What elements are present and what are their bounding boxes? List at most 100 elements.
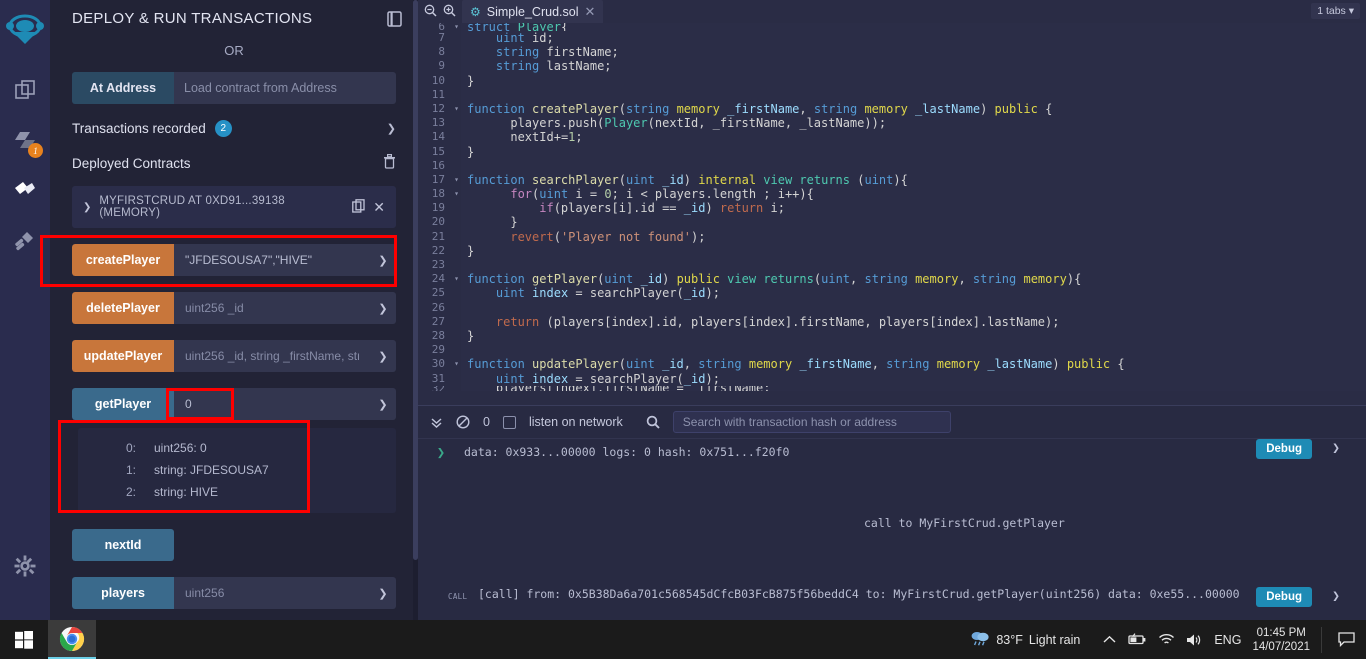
- code-line: 11: [418, 87, 1366, 102]
- function-row-createPlayer: createPlayer ❯: [72, 244, 396, 276]
- code-line: 20 }: [418, 215, 1366, 230]
- chevron-down-icon[interactable]: ❯: [370, 587, 396, 600]
- trash-icon[interactable]: [383, 154, 396, 172]
- wifi-icon[interactable]: [1158, 633, 1175, 646]
- panel-header: DEPLOY & RUN TRANSACTIONS: [50, 0, 418, 29]
- players-button[interactable]: players: [72, 577, 174, 609]
- code-line: 7 uint id;: [418, 31, 1366, 46]
- code-line: 22}: [418, 243, 1366, 258]
- chevron-down-icon[interactable]: ❯: [370, 254, 396, 267]
- chevron-down-icon[interactable]: ❯: [83, 202, 91, 213]
- plugin-manager-icon[interactable]: [11, 226, 39, 254]
- no-entry-icon[interactable]: [456, 415, 470, 429]
- terminal-call-to-text: call to MyFirstCrud.getPlayer: [864, 516, 1065, 530]
- chevron-down-icon[interactable]: ❯: [370, 302, 396, 315]
- getPlayer-input[interactable]: [174, 388, 370, 420]
- createPlayer-input[interactable]: [174, 244, 370, 276]
- windows-start-icon[interactable]: [0, 620, 48, 659]
- updatePlayer-input[interactable]: [174, 340, 370, 372]
- code-line: 32 players[index].firstName = _firstName…: [418, 385, 1366, 391]
- chevron-down-icon[interactable]: ❯: [370, 398, 396, 411]
- weather-widget[interactable]: 83°F Light rain: [970, 630, 1080, 649]
- close-icon[interactable]: ✕: [584, 4, 595, 20]
- compiler-badge: 1: [28, 143, 43, 158]
- debug-button[interactable]: Debug: [1256, 587, 1312, 607]
- chevron-up-icon[interactable]: [1103, 635, 1116, 644]
- code-line: 13 players.push(Player(nextId, _firstNam…: [418, 116, 1366, 131]
- chevron-down-icon[interactable]: ❯: [1332, 441, 1340, 456]
- battery-icon[interactable]: [1127, 633, 1147, 646]
- deletePlayer-button[interactable]: deletePlayer: [72, 292, 174, 324]
- editor-tab-Simple_Crud[interactable]: ⚙ Simple_Crud.sol ✕: [462, 0, 604, 23]
- code-line: 26: [418, 300, 1366, 315]
- code-line: 9 string lastName;: [418, 59, 1366, 74]
- double-chevron-down-icon[interactable]: [430, 416, 443, 429]
- weather-condition-label: Light rain: [1028, 632, 1081, 647]
- editor-tabbar: ⚙ Simple_Crud.sol ✕ 1 tabs ▾: [418, 0, 1366, 23]
- code-line: 18 ▾ for(uint i = 0; i < players.length ;…: [418, 187, 1366, 202]
- updatePlayer-button[interactable]: updatePlayer: [72, 340, 174, 372]
- chrome-icon[interactable]: [48, 620, 96, 659]
- close-icon[interactable]: ✕: [373, 199, 385, 216]
- at-address-row: At Address: [72, 72, 396, 104]
- search-icon[interactable]: [646, 415, 660, 429]
- page-title: DEPLOY & RUN TRANSACTIONS: [72, 10, 313, 27]
- code-line: 23: [418, 258, 1366, 273]
- result-value: uint256: 0: [154, 441, 207, 455]
- system-tray: 83°F Light rain ENG 01:45 PM 14/07/2021: [970, 626, 1366, 654]
- terminal-search-input[interactable]: [672, 411, 951, 433]
- code-line: 29: [418, 343, 1366, 358]
- tabs-count-dropdown[interactable]: 1 tabs ▾: [1311, 3, 1360, 19]
- result-row: 1: string: JFDESOUSA7: [78, 459, 396, 481]
- rain-cloud-icon: [970, 630, 990, 649]
- settings-icon[interactable]: [11, 552, 39, 580]
- chevron-down-icon[interactable]: ❯: [370, 350, 396, 363]
- remix-logo-icon[interactable]: [3, 10, 47, 54]
- nextId-button[interactable]: nextId: [72, 529, 174, 561]
- getPlayer-button[interactable]: getPlayer: [72, 388, 174, 420]
- code-line: 28}: [418, 328, 1366, 344]
- function-row-players: players ❯: [72, 577, 396, 609]
- solidity-compiler-icon[interactable]: 1: [11, 126, 43, 158]
- debug-button-top[interactable]: Debug: [1256, 439, 1312, 459]
- code-line: 21 revert('Player not found');: [418, 229, 1366, 244]
- result-value: string: HIVE: [154, 485, 219, 499]
- code-line: 31 uint index = searchPlayer(_id);: [418, 371, 1366, 386]
- solidity-file-icon: ⚙: [470, 4, 481, 19]
- terminal-call-row[interactable]: CALL [call] from: 0x5B38Da6a701c568545dC…: [418, 582, 1366, 622]
- file-explorer-icon[interactable]: [11, 76, 39, 104]
- code-line: 25 uint index = searchPlayer(_id);: [418, 286, 1366, 301]
- code-area[interactable]: 6 ▾ struct Player{ 7 uint id; 8 string fir…: [418, 23, 1366, 405]
- temperature-label: 83°F: [996, 632, 1023, 647]
- listen-on-network-checkbox[interactable]: [502, 415, 516, 429]
- icon-rail: 1: [0, 0, 50, 620]
- speaker-icon[interactable]: [1186, 633, 1203, 647]
- tray-divider: [1321, 626, 1322, 653]
- chevron-down-icon[interactable]: ❯: [387, 122, 396, 135]
- chevron-down-icon[interactable]: ❯: [1332, 589, 1340, 604]
- contract-functions-list: createPlayer ❯ deletePlayer ❯ updatePlay…: [72, 244, 396, 420]
- terminal-toolbar: 0 listen on network: [418, 406, 1366, 439]
- language-indicator[interactable]: ENG: [1214, 633, 1241, 647]
- terminal-body[interactable]: ❯ data: 0x933...00000 logs: 0 hash: 0x75…: [418, 439, 1366, 639]
- clock[interactable]: 01:45 PM 14/07/2021: [1252, 626, 1310, 654]
- at-address-input[interactable]: [174, 72, 396, 104]
- deployed-contract-card[interactable]: ❯ MYFIRSTCRUD AT 0XD91...39138 (MEMORY) …: [72, 186, 396, 228]
- zoom-out-icon[interactable]: [424, 4, 437, 20]
- chevron-down-icon[interactable]: ❯: [418, 445, 464, 461]
- deploy-run-icon[interactable]: [11, 176, 39, 204]
- code-line: 19 if(players[i].id == _id) return i;: [418, 201, 1366, 216]
- code-line: 8 string firstName;: [418, 45, 1366, 60]
- code-line: 15}: [418, 144, 1366, 159]
- book-icon[interactable]: [387, 10, 402, 27]
- createPlayer-button[interactable]: createPlayer: [72, 244, 174, 276]
- zoom-in-icon[interactable]: [443, 4, 456, 20]
- transactions-recorded-row[interactable]: Transactions recorded 2 ❯: [72, 120, 396, 137]
- players-input[interactable]: [174, 577, 370, 609]
- at-address-button[interactable]: At Address: [72, 72, 174, 104]
- function-row-deletePlayer: deletePlayer ❯: [72, 292, 396, 324]
- copy-icon[interactable]: [352, 198, 365, 216]
- notification-icon[interactable]: [1333, 632, 1359, 647]
- deployed-contracts-row: Deployed Contracts: [72, 154, 396, 172]
- deletePlayer-input[interactable]: [174, 292, 370, 324]
